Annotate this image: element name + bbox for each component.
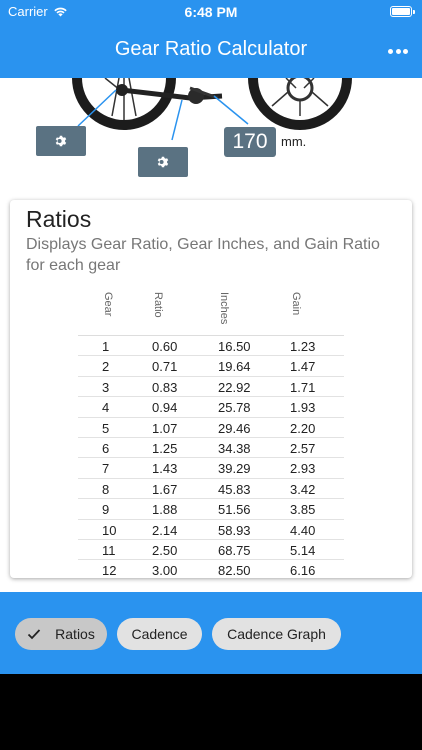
gain-cell: 5.14 [290, 542, 316, 558]
gain-cell: 2.57 [290, 440, 316, 456]
crank-length-unit: mm. [281, 134, 307, 149]
gear-cell: 2 [102, 359, 110, 375]
chip-label: Ratios [55, 626, 95, 642]
table-row: 4 0.94 25.78 1.93 [78, 397, 344, 418]
table-row: 10 2.14 58.93 4.40 [78, 520, 344, 540]
table-row: 9 1.88 51.56 3.85 [78, 499, 344, 520]
more-horizontal-icon[interactable] [388, 44, 408, 58]
inches-cell: 22.92 [218, 379, 251, 395]
ratio-cell: 2.14 [152, 522, 178, 538]
column-header-gear: Gear [102, 292, 114, 317]
gain-cell: 1.93 [290, 400, 316, 416]
gear-cell: 8 [102, 481, 110, 497]
gain-cell: 1.47 [290, 359, 316, 375]
table-row: 6 1.25 34.38 2.57 [78, 438, 344, 459]
ratios-table-header: Gear Ratio Inches Gain [78, 284, 344, 336]
table-row: 11 2.50 68.75 5.14 [78, 540, 344, 561]
battery-icon [390, 6, 415, 17]
gain-cell: 1.71 [290, 379, 316, 395]
gain-cell: 2.20 [290, 420, 316, 436]
gear-cell: 9 [102, 502, 110, 518]
inches-cell: 16.50 [218, 339, 251, 354]
column-header-gain: Gain [290, 292, 302, 316]
table-row: 2 0.71 19.64 1.47 [78, 356, 344, 377]
chip-cadence-graph[interactable]: Cadence Graph [212, 618, 341, 650]
table-row: 12 3.00 82.50 6.16 [78, 560, 344, 578]
gear-cell: 1 [102, 339, 110, 354]
status-time: 6:48 PM [184, 4, 238, 20]
table-row: 5 1.07 29.46 2.20 [78, 418, 344, 438]
ratio-cell: 1.88 [152, 502, 178, 518]
table-row: 7 1.43 39.29 2.93 [78, 458, 344, 479]
table-row: 8 1.67 45.83 3.42 [78, 479, 344, 500]
ratio-cell: 0.94 [152, 400, 178, 416]
table-row: 3 0.83 22.92 1.71 [78, 377, 344, 398]
ratios-subtitle: Displays Gear Ratio, Gear Inches, and Ga… [26, 236, 380, 274]
ratios-table-body: 1 0.60 16.50 1.23 2 0.71 19.64 1.47 3 0.83 22.92 1.… [78, 336, 344, 578]
ratios-title: Ratios [26, 206, 92, 232]
view-chip-bar: Ratios Cadence Cadence Graph [0, 610, 422, 658]
inches-cell: 51.56 [218, 502, 251, 518]
crank-length-button[interactable]: 170 [224, 127, 276, 157]
rear-gear-settings-button[interactable] [36, 126, 86, 156]
gain-cell: 1.23 [290, 339, 316, 354]
inches-cell: 19.64 [218, 359, 251, 375]
gear-cell: 6 [102, 440, 110, 456]
gain-cell: 3.42 [290, 481, 316, 497]
ratio-cell: 0.71 [152, 359, 178, 375]
app-screen: Carrier 6:48 PM Gear Ratio Calculator 17… [0, 0, 422, 674]
ratio-cell: 1.43 [152, 461, 178, 477]
inches-cell: 82.50 [218, 563, 251, 578]
ratios-table: Gear Ratio Inches Gain 1 0.60 16.50 1.23 2 0.… [78, 284, 344, 578]
inches-cell: 25.78 [218, 400, 251, 416]
ratio-cell: 2.50 [152, 542, 178, 558]
chip-label: Cadence [131, 626, 188, 642]
gear-icon [55, 135, 67, 147]
gain-cell: 6.16 [290, 563, 316, 578]
gear-cell: 3 [102, 379, 110, 395]
chip-label: Cadence Graph [227, 626, 326, 642]
gear-cell: 7 [102, 461, 110, 477]
chip-cadence[interactable]: Cadence [117, 618, 202, 650]
ratios-card: Ratios Displays Gear Ratio, Gear Inches,… [10, 200, 412, 578]
gear-icon [157, 156, 169, 168]
gain-cell: 3.85 [290, 502, 316, 518]
check-icon [28, 629, 41, 640]
gear-cell: 12 [102, 563, 117, 578]
gear-cell: 10 [102, 522, 117, 538]
inches-cell: 39.29 [218, 461, 251, 477]
column-header-inches: Inches [218, 292, 230, 325]
gear-cell: 4 [102, 400, 110, 416]
gain-cell: 4.40 [290, 522, 316, 538]
status-bar: Carrier 6:48 PM [0, 0, 422, 24]
ratio-cell: 1.67 [152, 481, 178, 497]
gear-cell: 11 [102, 542, 116, 558]
column-header-ratio: Ratio [152, 292, 164, 318]
inches-cell: 45.83 [218, 481, 251, 497]
gear-cell: 5 [102, 420, 110, 436]
gain-cell: 2.93 [290, 461, 316, 477]
app-title: Gear Ratio Calculator [114, 38, 308, 60]
inches-cell: 34.38 [218, 440, 251, 456]
table-row: 1 0.60 16.50 1.23 [78, 336, 344, 357]
main-content: 170 mm. Ratios Displays Gear Ratio, Gear… [0, 78, 422, 592]
inches-cell: 29.46 [218, 420, 251, 436]
ratio-cell: 1.25 [152, 440, 178, 456]
ratio-cell: 3.00 [152, 563, 178, 578]
ratio-cell: 0.83 [152, 379, 178, 395]
chip-ratios[interactable]: Ratios [15, 618, 107, 650]
front-gear-settings-button[interactable] [138, 147, 188, 177]
ratio-cell: 0.60 [152, 339, 178, 354]
inches-cell: 58.93 [218, 522, 251, 538]
app-bar: Gear Ratio Calculator [0, 24, 422, 78]
ratio-cell: 1.07 [152, 420, 178, 436]
inches-cell: 68.75 [218, 542, 251, 558]
